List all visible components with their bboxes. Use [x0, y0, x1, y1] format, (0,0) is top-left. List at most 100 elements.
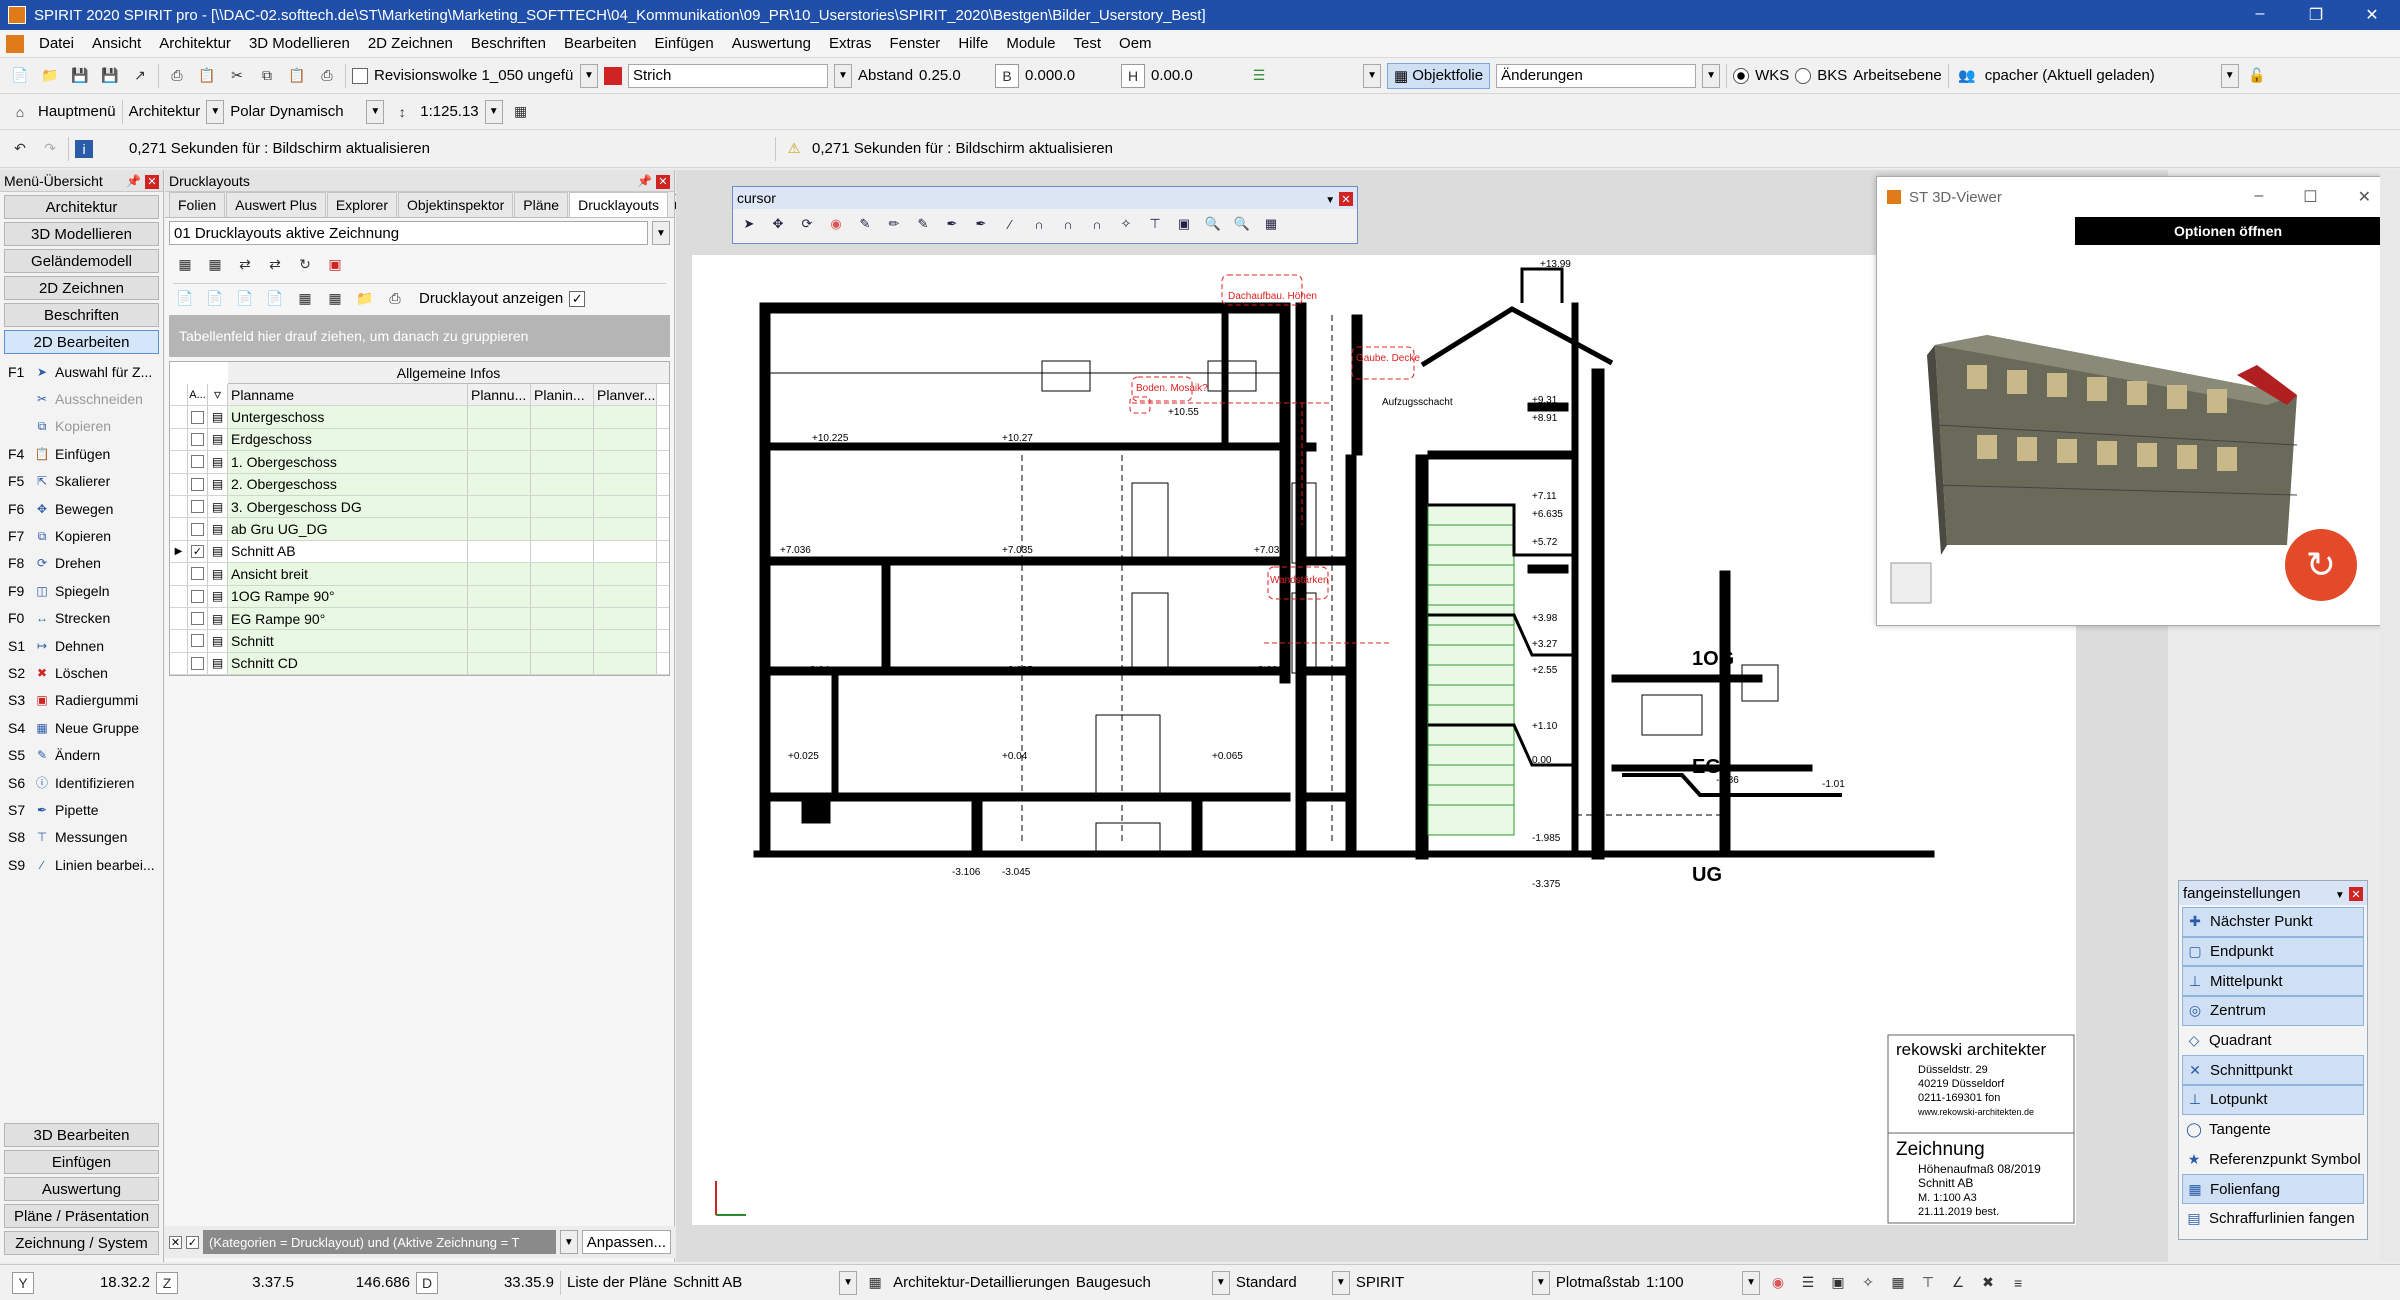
undo-icon[interactable]: ↶	[8, 137, 32, 161]
function-drehen[interactable]: F8 ⟳ Drehen	[0, 550, 163, 577]
grid-icon[interactable]: ▦	[509, 100, 533, 124]
column-header[interactable]: A...	[188, 384, 208, 406]
pin-icon[interactable]: 📌	[637, 174, 652, 188]
arbeitsebene-label[interactable]: Arbeitsebene	[1853, 67, 1941, 84]
menu-module[interactable]: Module	[997, 35, 1064, 52]
drawing-sheet[interactable]: Dachaufbau. Höhen Gaube. Decke Boden. Mo…	[692, 255, 2076, 1225]
menu-oem[interactable]: Oem	[1110, 35, 1161, 52]
folder-icon[interactable]: 📁	[353, 287, 377, 311]
category-architektur[interactable]: Architektur	[4, 195, 159, 219]
category-3d-modellieren[interactable]: 3D Modellieren	[4, 222, 159, 246]
standard-dropdown-arrow[interactable]: ▼	[1331, 1270, 1350, 1295]
close-icon[interactable]: ✕	[2349, 887, 2363, 901]
menu-test[interactable]: Test	[1065, 35, 1111, 52]
objektfolie-button[interactable]: ▦ Objektfolie	[1387, 62, 1491, 89]
snap-quadrant[interactable]: ◇ Quadrant	[2182, 1026, 2364, 1056]
spirit-logo-icon[interactable]	[6, 34, 24, 53]
plot-scale-dropdown-arrow[interactable]: ▼	[1742, 1270, 1761, 1295]
column-header[interactable]: Planname	[228, 384, 468, 406]
close-icon[interactable]: ✕	[1339, 192, 1353, 207]
snap-lotpunkt[interactable]: ⊥ Lotpunkt	[2182, 1085, 2364, 1115]
grid-toggle-icon[interactable]: ▦	[1886, 1271, 1910, 1295]
baugesuch-dropdown-arrow[interactable]: ▼	[1211, 1270, 1230, 1295]
snap-icon[interactable]: ✧	[1114, 212, 1138, 236]
show-layout-checkbox[interactable]: ✓	[569, 290, 586, 307]
pen-icon[interactable]: ✎	[853, 212, 877, 236]
category-2d-bearbeiten[interactable]: 2D Bearbeiten	[4, 330, 159, 354]
table-row[interactable]: ▤ 2. Obergeschoss	[170, 473, 669, 496]
chevron-down-icon[interactable]: ▼	[1325, 195, 1335, 206]
filter-enable-checkbox[interactable]: ✓	[186, 1235, 199, 1249]
table-row[interactable]: ▤ Untergeschoss	[170, 406, 669, 429]
export-icon[interactable]: ↗	[128, 64, 152, 88]
snap-zentrum[interactable]: ◎ Zentrum	[2182, 996, 2364, 1026]
snap-n-chster-punkt[interactable]: ✚ Nächster Punkt	[2182, 907, 2364, 937]
anpassen-button[interactable]: Anpassen...	[581, 1230, 671, 1254]
function-pipette[interactable]: S7 ✒ Pipette	[0, 796, 163, 823]
table-row[interactable]: ▤ Schnitt	[170, 630, 669, 653]
maximize-icon[interactable]: ☐	[2303, 187, 2317, 207]
category-2d-zeichnen[interactable]: 2D Zeichnen	[4, 276, 159, 300]
tab-auswert-plus[interactable]: Auswert Plus	[226, 192, 326, 217]
chevron-down-icon[interactable]: ▼	[2335, 890, 2345, 901]
magnet-off-icon[interactable]: ∩	[1085, 212, 1109, 236]
doc-edit-icon[interactable]: 📄	[233, 287, 257, 311]
polar-dropdown-arrow[interactable]: ▼	[366, 99, 385, 124]
layout-add-icon[interactable]: ▦	[203, 252, 227, 276]
print-layout-icon[interactable]: ⎙	[383, 287, 407, 311]
function-einf-gen[interactable]: F4 📋 Einfügen	[0, 440, 163, 467]
home-icon[interactable]: ⌂	[8, 100, 32, 124]
menu-auswertung[interactable]: Auswertung	[723, 35, 820, 52]
menu-extras[interactable]: Extras	[820, 35, 881, 52]
view-cube-icon[interactable]	[1890, 562, 1932, 604]
column-header[interactable]: Planver...	[594, 384, 657, 406]
aenderungen-dropdown[interactable]: Änderungen	[1496, 63, 1697, 88]
lineweight-icon[interactable]: ≡	[2006, 1271, 2030, 1295]
table-row[interactable]: ▤ Erdgeschoss	[170, 428, 669, 452]
print-preview-icon[interactable]: ⎙	[315, 64, 339, 88]
3d-model-view[interactable]: ↻	[1877, 245, 2381, 625]
function-radiergummi[interactable]: S3 ▣ Radiergummi	[0, 687, 163, 714]
table-row[interactable]: ▤ 3. Obergeschoss DG	[170, 495, 669, 519]
wks-radio[interactable]	[1733, 67, 1750, 84]
bks-radio[interactable]	[1795, 67, 1812, 84]
function-messungen[interactable]: S8 ⊤ Messungen	[0, 824, 163, 851]
abstand-value[interactable]: 0.25.0	[919, 67, 989, 84]
magnet-icon[interactable]: ∩	[1027, 212, 1051, 236]
function-kopieren[interactable]: ⧉ Kopieren	[0, 413, 163, 440]
lock-icon[interactable]: 🔓	[2245, 64, 2269, 88]
snap-tangente[interactable]: ◯ Tangente	[2182, 1115, 2364, 1145]
polar-icon[interactable]: ∠	[1946, 1271, 1970, 1295]
layer-icon[interactable]: ☰	[1247, 64, 1271, 88]
color-wheel-icon[interactable]: ◉	[824, 212, 848, 236]
menu-hilfe[interactable]: Hilfe	[949, 35, 997, 52]
layout-import-icon[interactable]: ⇄	[233, 252, 257, 276]
zoom-extents-icon[interactable]: ▦	[1259, 212, 1283, 236]
function-bewegen[interactable]: F6 ✥ Bewegen	[0, 495, 163, 522]
snap-endpunkt[interactable]: ▢ Endpunkt	[2182, 936, 2364, 967]
doc-delete-icon[interactable]: 📄	[263, 287, 287, 311]
snap-referenzpunkt-symbol[interactable]: ★ Referenzpunkt Symbol	[2182, 1145, 2364, 1175]
open-folder-icon[interactable]: 📁	[38, 64, 62, 88]
menu-einf-gen[interactable]: Einfügen	[646, 35, 723, 52]
color-wheel-icon[interactable]: ◉	[1766, 1271, 1790, 1295]
minimize-icon[interactable]: –	[2254, 187, 2263, 207]
table-row[interactable]: ▤ Ansicht breit	[170, 563, 669, 586]
scale-dropdown-arrow[interactable]: ▼	[484, 99, 503, 124]
tab-explorer[interactable]: Explorer	[326, 192, 397, 217]
category-auswertung[interactable]: Auswertung	[4, 1177, 159, 1201]
aenderungen-dropdown-arrow[interactable]: ▼	[1702, 63, 1721, 88]
function-auswahl-f-r-z[interactable]: F1 ➤ Auswahl für Z...	[0, 358, 163, 385]
copy-icon[interactable]: ⧉	[255, 64, 279, 88]
drucklayout-dropdown[interactable]: 01 Drucklayouts aktive Zeichnung	[169, 221, 648, 245]
menu-3d-modellieren[interactable]: 3D Modellieren	[240, 35, 359, 52]
snap-toggle-icon[interactable]: ✧	[1856, 1271, 1880, 1295]
color-swatch-icon[interactable]	[604, 66, 622, 85]
group-drop-area[interactable]: Tabellenfeld hier drauf ziehen, um danac…	[169, 315, 670, 357]
table-row[interactable]: ▤ ab Gru UG_DG	[170, 518, 669, 541]
architektur-dropdown[interactable]: Architektur	[129, 103, 201, 120]
clipboard-icon[interactable]: 📋	[195, 64, 219, 88]
snap-folienfang[interactable]: ▦ Folienfang	[2182, 1174, 2364, 1204]
user-dropdown-arrow[interactable]: ▼	[2220, 63, 2239, 88]
row-active-checkbox[interactable]: ✓	[188, 540, 208, 563]
